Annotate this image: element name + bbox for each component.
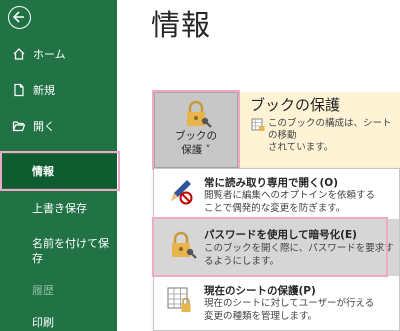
sidebar-item-label: 新規 bbox=[33, 84, 55, 97]
menu-item-desc-line1: 閲覧者に編集へのオプトインを依頼する bbox=[204, 190, 376, 201]
sidebar-item-history: 履歴 bbox=[0, 278, 117, 302]
protect-button-highlight-frame bbox=[152, 90, 240, 170]
folder-open-icon bbox=[12, 121, 26, 132]
sidebar-item-save[interactable]: 上書き保存 bbox=[0, 196, 117, 220]
sidebar-item-label: 印刷 bbox=[32, 316, 54, 329]
menu-item-title: 現在のシートの保護(P) bbox=[204, 285, 316, 297]
sidebar-item-save-as[interactable]: 名前を付けて保 存 bbox=[0, 232, 117, 268]
sidebar-item-label: 名前を付けて保 存 bbox=[32, 236, 109, 266]
sidebar-item-home[interactable]: ホーム bbox=[0, 42, 117, 66]
protect-workbook-heading: ブックの保護 bbox=[250, 96, 341, 114]
sidebar-item-label: 履歴 bbox=[32, 284, 54, 297]
page-title: 情報 bbox=[151, 8, 212, 42]
menu-item-title: 常に読み取り専用で開く(O) bbox=[204, 177, 339, 189]
save-as-label-line1: 名前を付けて保 bbox=[32, 237, 109, 250]
menu-item-protect-current-sheet[interactable]: 現在のシートの保護(P) 現在のシートに対してユーザーが行える 変更の種類を管理… bbox=[154, 279, 399, 331]
sidebar-item-new[interactable]: 新規 bbox=[0, 78, 117, 102]
sheet-lock-icon bbox=[251, 118, 265, 131]
save-as-label-line2: 存 bbox=[32, 252, 43, 265]
menu-item-desc-line2: 変更の種類を管理します。 bbox=[204, 311, 318, 322]
menu-item-description: 閲覧者に編集へのオプトインを依頼する ことで偶発的な変更を防ぎます。 bbox=[204, 189, 396, 215]
sidebar-item-print[interactable]: 印刷 bbox=[0, 310, 117, 331]
menu-item-desc-line1: 現在のシートに対してユーザーが行える bbox=[204, 298, 375, 309]
menu-item-desc-line2: ことで偶発的な変更を防ぎます。 bbox=[204, 203, 346, 214]
protect-desc-line1: このブックの構成は、シートの移動 bbox=[268, 118, 392, 141]
menu-item-description: 現在のシートに対してユーザーが行える 変更の種類を管理します。 bbox=[204, 297, 396, 323]
sidebar-item-open[interactable]: 開く bbox=[0, 114, 117, 138]
sheet-lock-icon bbox=[167, 287, 191, 312]
sidebar-item-label: ホーム bbox=[33, 48, 66, 61]
menu-item-always-open-read-only[interactable]: 常に読み取り専用で開く(O) 閲覧者に編集へのオプトインを依頼する ことで偶発的… bbox=[154, 169, 399, 217]
protect-desc-line2: されています。 bbox=[268, 142, 334, 153]
arrow-left-icon bbox=[12, 11, 24, 23]
new-document-icon bbox=[14, 83, 24, 97]
back-button[interactable] bbox=[8, 6, 31, 29]
protect-workbook-description: このブックの構成は、シートの移動 されています。 bbox=[268, 118, 400, 154]
sidebar-item-label: 上書き保存 bbox=[32, 202, 87, 215]
pencil-forbidden-icon bbox=[171, 180, 193, 205]
home-icon bbox=[13, 48, 25, 60]
selection-highlight-frame bbox=[0, 151, 120, 191]
menu-item-highlight-frame bbox=[152, 217, 388, 277]
sidebar-item-label: 開く bbox=[33, 120, 55, 133]
